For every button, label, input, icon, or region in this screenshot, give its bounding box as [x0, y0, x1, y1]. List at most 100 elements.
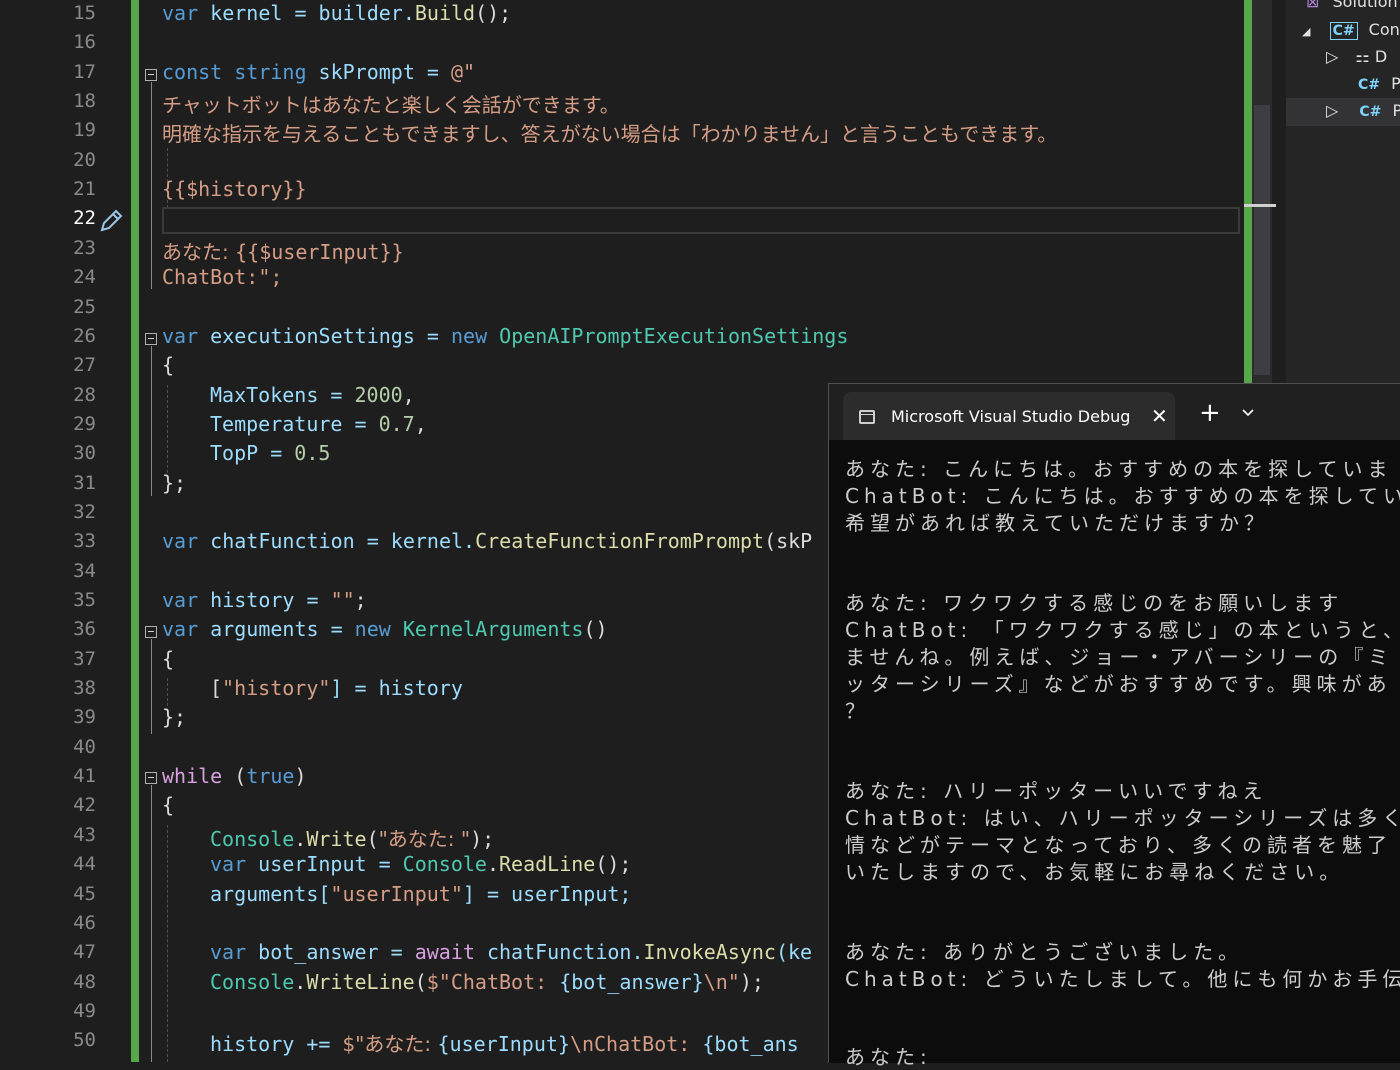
current-line-highlight [162, 207, 1240, 234]
code-token: ] = userInput; [462, 881, 632, 906]
terminal-output-line: あなた: こんにちは。おすすめの本を探していま [845, 457, 1393, 481]
outline-line [151, 785, 152, 1062]
line-number: 18 [73, 90, 96, 113]
code-token: Console [210, 826, 295, 851]
code-token: "history" [222, 676, 331, 701]
line-number: 36 [73, 618, 96, 641]
outline-line [151, 82, 152, 289]
collapse-toggle-41[interactable] [145, 772, 157, 784]
code-token: ; [354, 588, 367, 612]
code-token: (); [595, 852, 632, 877]
collapse-toggle-36[interactable] [145, 626, 157, 638]
line-number: 37 [73, 647, 96, 670]
code-token: string [234, 59, 307, 84]
debug-console-window[interactable]: Microsoft Visual Studio Debug ✕ + あなた: こ… [828, 383, 1400, 1069]
code-token: Build [414, 1, 476, 25]
code-line: { [162, 353, 174, 377]
line-number: 31 [73, 471, 96, 494]
new-tab-button[interactable]: + [1199, 400, 1221, 426]
code-token: OpenAIPromptExecutionSettings [499, 323, 849, 348]
code-token: @" [451, 59, 476, 84]
code-line: while (true) [162, 764, 307, 788]
line-number: 21 [73, 178, 96, 201]
code-token: Temperature = [210, 411, 379, 436]
code-token: . [294, 826, 307, 851]
code-token: TopP = [210, 441, 295, 466]
close-tab-button[interactable]: ✕ [1151, 404, 1168, 428]
line-number: 46 [73, 911, 96, 934]
code-line: ChatBot:"; [162, 265, 282, 289]
edit-pencil-icon[interactable] [98, 208, 124, 234]
code-token: Console [210, 969, 295, 994]
line-number: 29 [73, 412, 96, 435]
code-line: Console.Write("あなた: "); [210, 823, 494, 852]
code-token: CreateFunctionFromPrompt [475, 529, 765, 554]
line-number: 15 [73, 2, 96, 24]
code-line: }; [162, 471, 186, 495]
code-token: await [414, 940, 475, 965]
line-number: 27 [73, 354, 96, 377]
line-number: 22 [73, 207, 96, 230]
code-token: "あなた: " [378, 826, 471, 851]
code-token: MaxTokens = [210, 382, 355, 407]
code-line: 明確な指示を与えることもできますし、答えがない場合は「わかりません」と言うことも… [162, 118, 1057, 147]
code-token: skPrompt = [306, 59, 452, 84]
expanded-arrow-icon: ◢ [1302, 25, 1311, 38]
scrollbar-thumb[interactable] [1254, 105, 1270, 375]
line-number: 47 [73, 941, 96, 964]
file-node-selected[interactable]: ▷ C# P [1326, 101, 1400, 120]
code-line: var history = ""; [162, 588, 367, 612]
line-number-gutter: 15 16 17 18 19 20 21 22 23 24 25 26 27 28 29 30 31 32 33 34… [0, 0, 131, 1062]
code-token: {bot_ans [702, 1032, 799, 1057]
terminal-tab-bar: Microsoft Visual Studio Debug ✕ + [829, 384, 1400, 440]
dropdown-button[interactable] [1241, 406, 1255, 422]
line-number: 24 [73, 266, 96, 289]
code-line: Console.WriteLine($"ChatBot: {bot_answer… [210, 970, 764, 994]
code-token: 2000 [354, 382, 403, 407]
code-line: { [162, 793, 174, 817]
code-token: (); [475, 1, 512, 25]
solution-node[interactable]: ⊠ Solution [1306, 0, 1398, 11]
line-number: 35 [73, 589, 96, 611]
code-token: new [451, 323, 488, 348]
code-line: history += $"あなた: {userInput}\nChatBot: … [210, 1028, 799, 1057]
terminal-output-line: あなた: ハリーポッターいいですねえ [845, 779, 1268, 803]
line-number: 32 [73, 500, 96, 523]
code-token: 0.5 [294, 441, 331, 466]
terminal-output-line: 情などがテーマとなっており、多くの読者を魅了 [845, 833, 1392, 857]
dependencies-node[interactable]: ▷ ⚏ D [1326, 47, 1387, 66]
csharp-project-icon: C# [1329, 22, 1358, 40]
dependencies-icon: ⚏ [1355, 47, 1370, 66]
code-token: chatFunction = kernel. [198, 529, 476, 554]
outline-line [151, 639, 152, 734]
line-number: 50 [73, 1029, 96, 1052]
code-token: ); [470, 826, 495, 851]
code-token: { [162, 793, 175, 818]
code-token: new [354, 617, 391, 642]
terminal-tab[interactable]: Microsoft Visual Studio Debug ✕ [843, 392, 1175, 440]
line-number: 20 [73, 148, 96, 171]
line-number: 26 [73, 324, 96, 347]
code-token: var [162, 617, 199, 642]
line-number: 39 [73, 706, 96, 729]
code-token: }; [162, 470, 187, 495]
code-token: arguments[ [210, 881, 331, 906]
outline-line [151, 346, 152, 496]
collapse-toggle-17[interactable] [145, 69, 157, 81]
collapse-toggle-26[interactable] [145, 333, 157, 345]
code-token: true [246, 764, 295, 789]
terminal-output-line: ChatBot: 「ワクワクする感じ」の本というと、 [845, 618, 1400, 642]
file-node[interactable]: C# P [1358, 74, 1400, 93]
code-token: $"あなた: [342, 1032, 438, 1057]
code-line: ["history"] = history [210, 676, 463, 700]
collapsed-arrow-icon: ▷ [1326, 47, 1339, 66]
indent-guide [167, 385, 168, 473]
code-token: }; [162, 705, 187, 730]
collapsed-arrow-icon: ▷ [1326, 101, 1339, 120]
project-node[interactable]: ◢ C# Cons [1302, 20, 1400, 40]
line-number: 48 [73, 970, 96, 993]
code-token: $"ChatBot: [426, 969, 560, 994]
code-token: Write [306, 826, 367, 851]
terminal-output-line: あなた: ありがとうございました。 [845, 940, 1244, 964]
